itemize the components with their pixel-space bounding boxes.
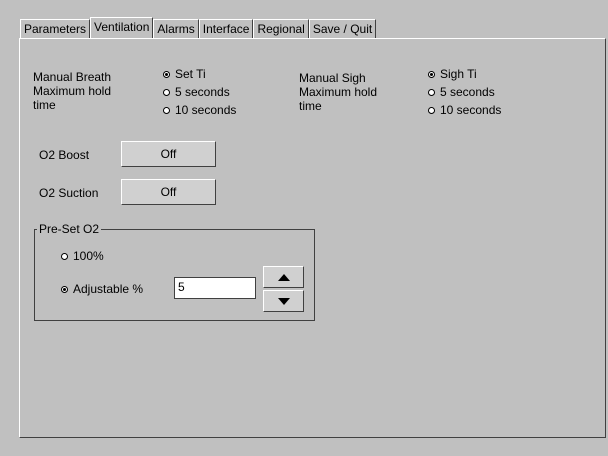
arrow-up-icon: [277, 273, 290, 281]
radio-unselected-icon: [163, 106, 170, 114]
radio-label: 10 seconds: [440, 103, 502, 117]
o2-suction-label: O2 Suction: [39, 186, 99, 200]
tab-regional[interactable]: Regional: [253, 19, 309, 38]
tab-interface[interactable]: Interface: [198, 19, 254, 38]
radio-label: Set Ti: [175, 67, 206, 81]
radio-unselected-icon: [428, 106, 435, 114]
radio-selected-icon: [61, 285, 68, 293]
manual-breath-label-line3: time: [33, 98, 56, 112]
manual-breath-label: Manual Breath Maximum hold time: [33, 70, 111, 112]
radio-label: Adjustable %: [73, 282, 144, 296]
manual-breath-radio-5s[interactable]: 5 seconds: [163, 85, 230, 99]
arrow-down-icon: [277, 297, 290, 305]
manual-sigh-radio-5s[interactable]: 5 seconds: [428, 85, 495, 99]
radio-label: 100%: [73, 249, 104, 263]
radio-selected-icon: [428, 70, 435, 78]
radio-unselected-icon: [428, 88, 435, 96]
tab-alarms[interactable]: Alarms: [153, 19, 199, 38]
preset-o2-radio-adjustable[interactable]: Adjustable %: [61, 282, 143, 296]
increment-button[interactable]: [263, 266, 304, 288]
manual-breath-label-line2: Maximum hold: [33, 84, 112, 98]
o2-suction-button[interactable]: Off: [121, 179, 216, 205]
radio-unselected-icon: [163, 88, 170, 96]
manual-breath-label-line1: Manual Breath: [33, 70, 112, 84]
preset-o2-radio-100[interactable]: 100%: [61, 249, 104, 263]
tab-save-quit[interactable]: Save / Quit: [308, 19, 377, 38]
radio-label: 10 seconds: [175, 103, 237, 117]
o2-boost-label: O2 Boost: [39, 148, 90, 162]
tab-bar: Parameters Ventilation Alarms Interface …: [20, 17, 377, 39]
adjustable-percent-input[interactable]: 5: [174, 277, 256, 299]
manual-sigh-radio-sigh-ti[interactable]: Sigh Ti: [428, 67, 477, 81]
o2-boost-button[interactable]: Off: [121, 141, 216, 167]
manual-sigh-label-line2: Maximum hold: [299, 85, 378, 99]
tab-parameters[interactable]: Parameters: [20, 19, 91, 38]
radio-selected-icon: [163, 70, 170, 78]
preset-o2-title: Pre-Set O2: [37, 222, 102, 236]
radio-label: Sigh Ti: [440, 67, 477, 81]
radio-unselected-icon: [61, 252, 68, 260]
radio-label: 5 seconds: [440, 85, 495, 99]
manual-sigh-label: Manual Sigh Maximum hold time: [299, 71, 377, 113]
manual-sigh-radio-10s[interactable]: 10 seconds: [428, 103, 501, 117]
manual-sigh-label-line1: Manual Sigh: [299, 71, 366, 85]
decrement-button[interactable]: [263, 290, 304, 312]
manual-breath-radio-10s[interactable]: 10 seconds: [163, 103, 236, 117]
radio-label: 5 seconds: [175, 85, 230, 99]
manual-breath-radio-set-ti[interactable]: Set Ti: [163, 67, 206, 81]
manual-sigh-label-line3: time: [299, 99, 322, 113]
tab-ventilation[interactable]: Ventilation: [90, 17, 154, 38]
